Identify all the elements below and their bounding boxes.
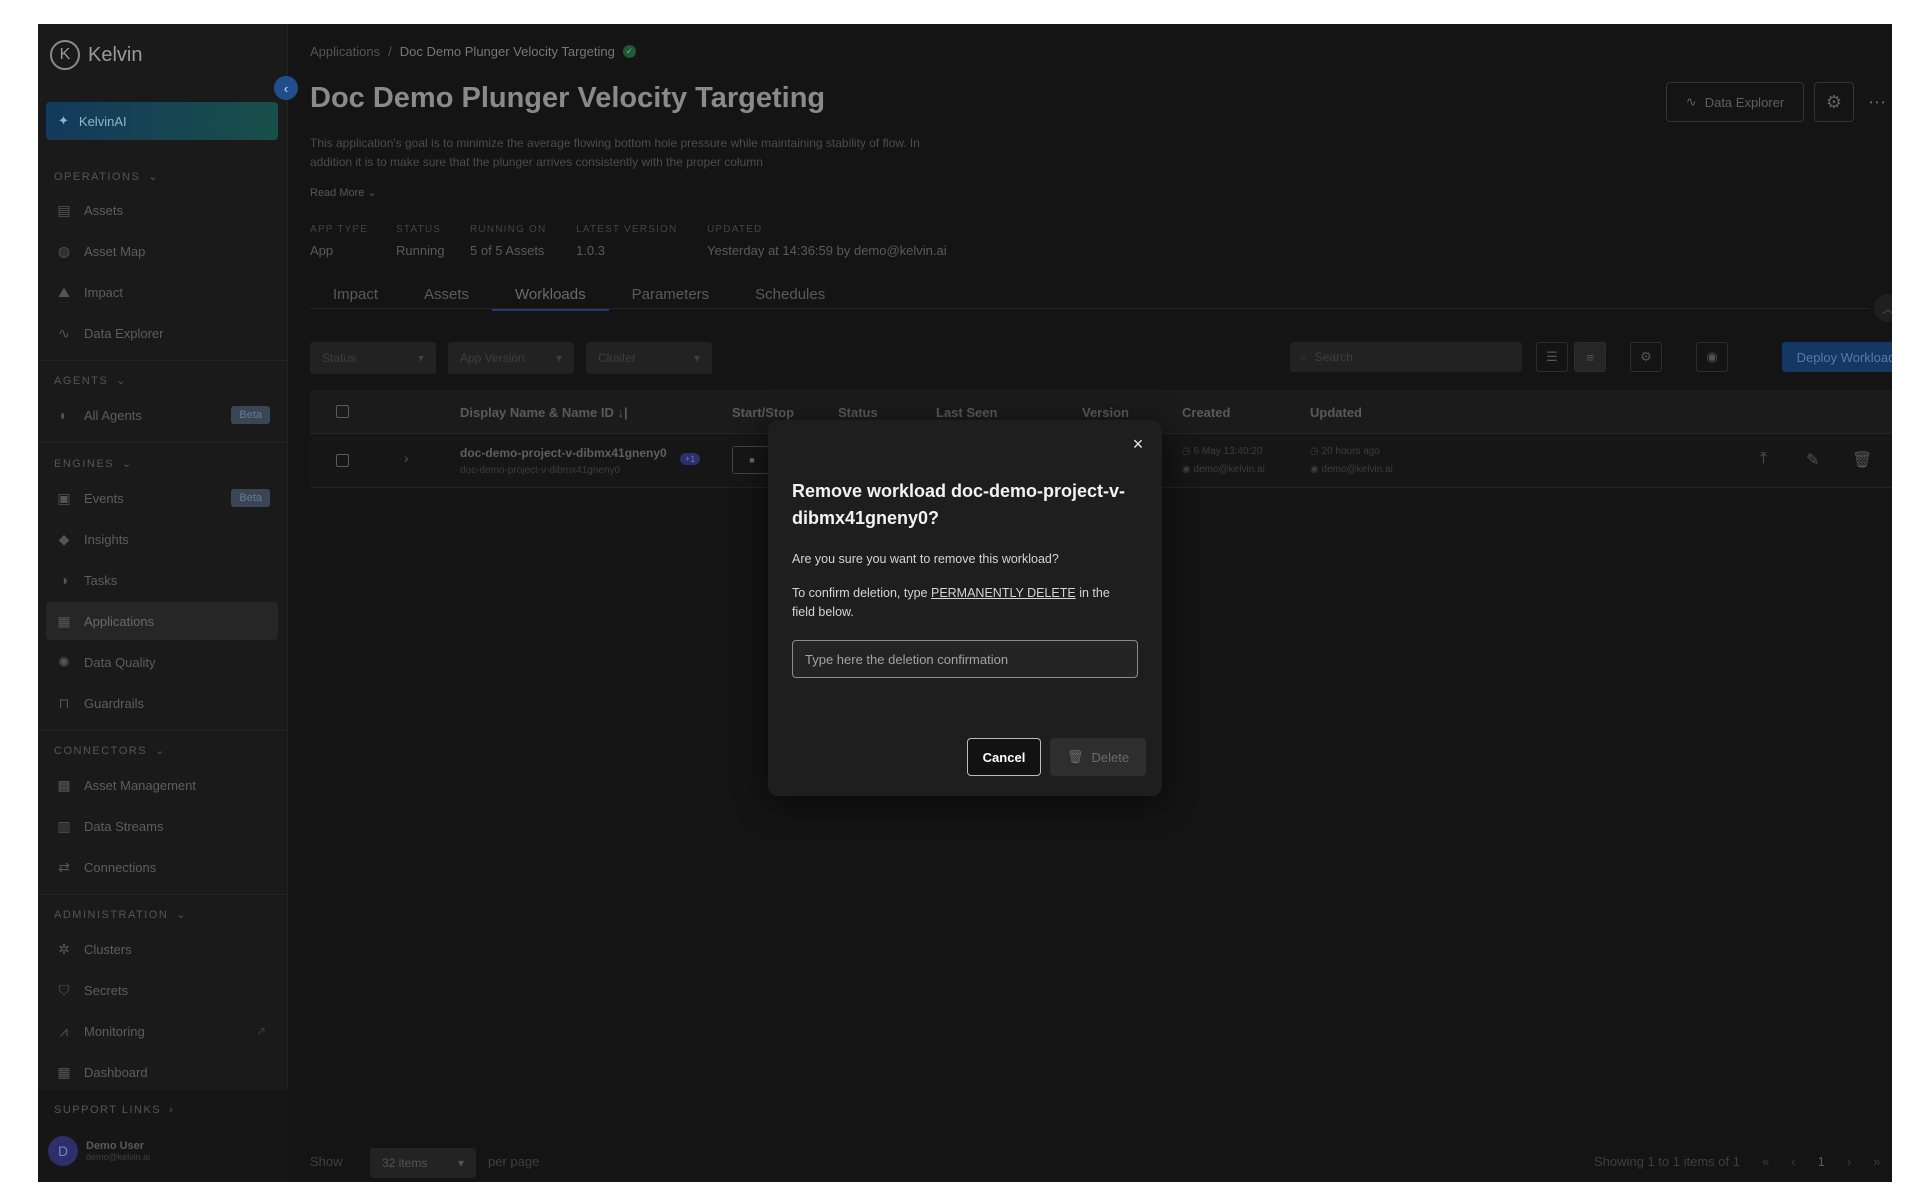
- trash-icon: 🗑: [1066, 749, 1084, 764]
- close-icon[interactable]: ×: [1128, 434, 1148, 454]
- delete-button[interactable]: 🗑 Delete: [1050, 738, 1146, 776]
- confirm-prefix: To confirm deletion, type: [792, 586, 928, 600]
- delete-label: Delete: [1091, 749, 1130, 765]
- cancel-button[interactable]: Cancel: [967, 738, 1041, 776]
- modal-backdrop[interactable]: × Remove workload doc-demo-project-v-dib…: [38, 24, 1892, 1182]
- dialog-title: Remove workload doc-demo-project-v-dibmx…: [792, 481, 1126, 528]
- collapse-sidebar-button[interactable]: ‹: [274, 76, 298, 100]
- app-window: K Kelvin ‹ ✦ KelvinAI OPERATIONS ⌄ ▤ Asset…: [38, 24, 1892, 1182]
- dialog-confirm-instructions: To confirm deletion, type PERMANENTLY DE…: [792, 584, 1132, 622]
- deletion-confirmation-input[interactable]: [792, 640, 1138, 678]
- confirm-keyword: PERMANENTLY DELETE: [930, 586, 1076, 600]
- remove-workload-dialog: × Remove workload doc-demo-project-v-dib…: [768, 420, 1162, 796]
- dialog-question: Are you sure you want to remove this wor…: [792, 552, 1059, 566]
- chevron-left-icon: ‹: [283, 80, 289, 96]
